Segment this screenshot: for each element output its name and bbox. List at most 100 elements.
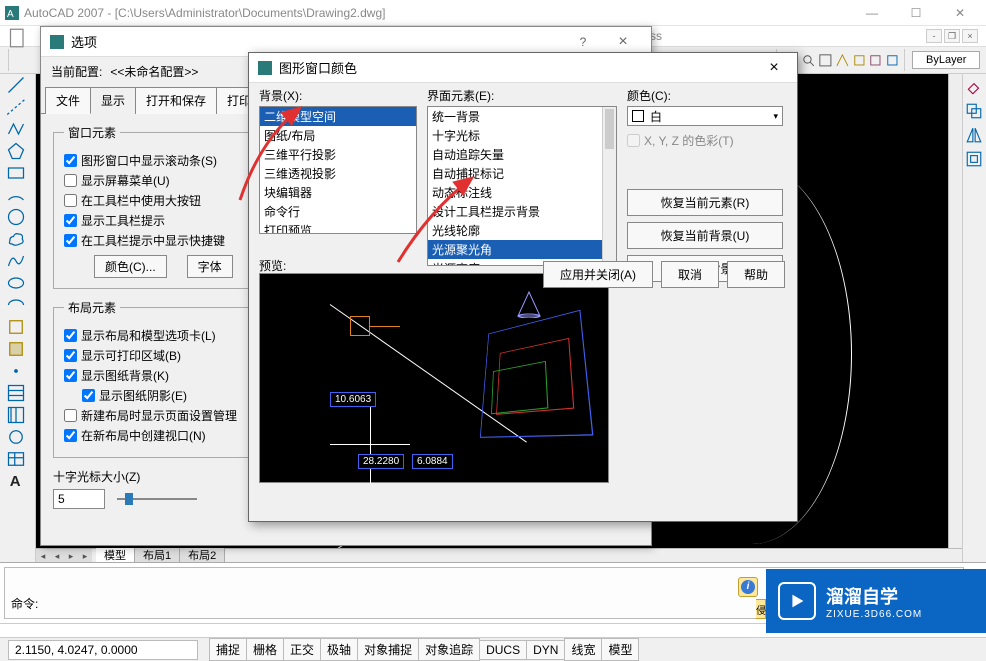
status-ortho-button[interactable]: 正交 <box>283 638 321 661</box>
gradient-tool-icon[interactable] <box>6 406 26 424</box>
mdi-minimize-button[interactable]: - <box>926 29 942 43</box>
xyz-tint-checkbox[interactable]: X, Y, Z 的色彩(T) <box>627 132 787 149</box>
restore-current-element-button[interactable]: 恢复当前元素(R) <box>627 189 783 216</box>
offset-icon[interactable] <box>965 150 983 168</box>
apply-close-button[interactable]: 应用并关闭(A) <box>543 261 653 288</box>
tool-icon-3[interactable] <box>868 49 883 71</box>
context-item-1[interactable]: 图纸/布局 <box>260 126 416 145</box>
element-item-0[interactable]: 统一背景 <box>428 107 616 126</box>
font-button[interactable]: 字体 <box>187 255 233 278</box>
make-block-icon[interactable] <box>6 340 26 358</box>
context-listbox[interactable]: 二维模型空间 图纸/布局 三维平行投影 三维透视投影 块编辑器 命令行 打印预览 <box>259 106 417 234</box>
layout-tab-1[interactable]: 布局1 <box>135 548 180 562</box>
colors-button[interactable]: 颜色(C)... <box>94 255 167 278</box>
options-tab-file[interactable]: 文件 <box>45 87 91 114</box>
zoom-extents-icon[interactable] <box>801 49 816 71</box>
element-item-5[interactable]: 设计工具栏提示背景 <box>428 202 616 221</box>
circle-tool-icon[interactable] <box>6 208 26 226</box>
options-tab-display[interactable]: 显示 <box>90 87 136 114</box>
preview-value-2: 28.2280 <box>358 454 404 469</box>
new-file-icon[interactable] <box>8 28 28 44</box>
tool-icon-4[interactable] <box>885 49 900 71</box>
status-lwt-button[interactable]: 线宽 <box>564 638 602 661</box>
watermark: 溜溜自学 ZIXUE.3D66.COM <box>766 569 986 633</box>
status-otrack-button[interactable]: 对象追踪 <box>418 638 480 661</box>
element-listbox[interactable]: 统一背景 十字光标 自动追踪矢量 自动捕捉标记 动态标注线 设计工具栏提示背景 … <box>427 106 617 266</box>
scroll-tab-prev-button[interactable]: ◂ <box>50 549 64 563</box>
colors-dialog-button-row: 应用并关闭(A) 取消 帮助 <box>249 261 797 288</box>
mtext-tool-icon[interactable]: A <box>6 472 26 490</box>
scroll-tab-next-button[interactable]: ▸ <box>64 549 78 563</box>
context-item-2[interactable]: 三维平行投影 <box>260 145 416 164</box>
line-tool-icon[interactable] <box>6 76 26 94</box>
mdi-restore-button[interactable]: ❐ <box>944 29 960 43</box>
rectangle-tool-icon[interactable] <box>6 164 26 182</box>
element-item-2[interactable]: 自动追踪矢量 <box>428 145 616 164</box>
mirror-icon[interactable] <box>965 126 983 144</box>
insert-block-icon[interactable] <box>6 318 26 336</box>
hatch-tool-icon[interactable] <box>6 384 26 402</box>
element-item-7[interactable]: 光源聚光角 <box>428 240 616 259</box>
status-ducs-button[interactable]: DUCS <box>479 640 527 660</box>
help-button[interactable]: 帮助 <box>727 261 785 288</box>
context-item-6[interactable]: 打印预览 <box>260 221 416 234</box>
layout-tab-2[interactable]: 布局2 <box>180 548 225 562</box>
options-tab-opensave[interactable]: 打开和保存 <box>135 87 217 114</box>
colors-dialog-titlebar[interactable]: 图形窗口颜色 × <box>249 53 797 83</box>
crosshair-size-slider[interactable] <box>117 491 197 507</box>
cancel-button[interactable]: 取消 <box>661 261 719 288</box>
layout-tab-model[interactable]: 模型 <box>96 548 135 562</box>
element-item-3[interactable]: 自动捕捉标记 <box>428 164 616 183</box>
element-item-1[interactable]: 十字光标 <box>428 126 616 145</box>
window-close-button[interactable]: ✕ <box>938 0 982 26</box>
erase-icon[interactable] <box>965 78 983 96</box>
element-label: 界面元素(E): <box>427 87 617 104</box>
restore-current-context-button[interactable]: 恢复当前背景(U) <box>627 222 783 249</box>
options-dialog-help-button[interactable]: ? <box>563 35 603 49</box>
revcloud-tool-icon[interactable] <box>6 230 26 248</box>
status-model-button[interactable]: 模型 <box>601 638 639 661</box>
status-osnap-button[interactable]: 对象捕捉 <box>357 638 419 661</box>
ellipse-tool-icon[interactable] <box>6 274 26 292</box>
mdi-close-button[interactable]: × <box>962 29 978 43</box>
table-tool-icon[interactable] <box>6 450 26 468</box>
scroll-left-button[interactable]: ◂ <box>36 549 50 563</box>
status-polar-button[interactable]: 极轴 <box>320 638 358 661</box>
window-maximize-button[interactable]: ☐ <box>894 0 938 26</box>
construction-line-icon[interactable] <box>6 98 26 116</box>
copy-icon[interactable] <box>965 102 983 120</box>
window-minimize-button[interactable]: — <box>850 0 894 26</box>
info-balloon-icon[interactable]: i <box>738 577 758 597</box>
status-dyn-button[interactable]: DYN <box>526 640 565 660</box>
context-item-4[interactable]: 块编辑器 <box>260 183 416 202</box>
region-tool-icon[interactable] <box>6 428 26 446</box>
color-combo[interactable]: 白 ▾ <box>627 106 783 126</box>
spline-tool-icon[interactable] <box>6 252 26 270</box>
scroll-right-button[interactable]: ▸ <box>78 549 92 563</box>
tool-icon-2[interactable] <box>852 49 867 71</box>
crosshair-size-input[interactable] <box>53 489 105 509</box>
context-item-3[interactable]: 三维透视投影 <box>260 164 416 183</box>
canvas-scrollbar-horizontal[interactable]: ◂ ◂ ▸ ▸ 模型 布局1 布局2 <box>36 548 962 562</box>
colors-dialog-close-button[interactable]: × <box>759 59 789 77</box>
status-snap-button[interactable]: 捕捉 <box>209 638 247 661</box>
context-item-5[interactable]: 命令行 <box>260 202 416 221</box>
status-grid-button[interactable]: 栅格 <box>246 638 284 661</box>
ellipse-arc-tool-icon[interactable] <box>6 296 26 314</box>
element-item-6[interactable]: 光线轮廓 <box>428 221 616 240</box>
canvas-scrollbar-vertical[interactable] <box>948 74 962 548</box>
arc-tool-icon[interactable] <box>6 186 26 204</box>
polyline-tool-icon[interactable] <box>6 120 26 138</box>
chevron-down-icon: ▾ <box>773 111 778 122</box>
bylayer-combo[interactable]: ByLayer <box>912 51 980 69</box>
element-item-4[interactable]: 动态标注线 <box>428 183 616 202</box>
layout-elements-legend: 布局元素 <box>64 299 120 316</box>
context-item-0[interactable]: 二维模型空间 <box>260 107 416 126</box>
element-list-scrollbar[interactable] <box>602 107 616 265</box>
zoom-window-icon[interactable] <box>818 49 833 71</box>
polygon-tool-icon[interactable] <box>6 142 26 160</box>
point-tool-icon[interactable] <box>6 362 26 380</box>
options-dialog-close-button[interactable]: × <box>603 33 643 51</box>
draw-toolbar: A <box>0 74 36 562</box>
tool-icon-1[interactable] <box>835 49 850 71</box>
